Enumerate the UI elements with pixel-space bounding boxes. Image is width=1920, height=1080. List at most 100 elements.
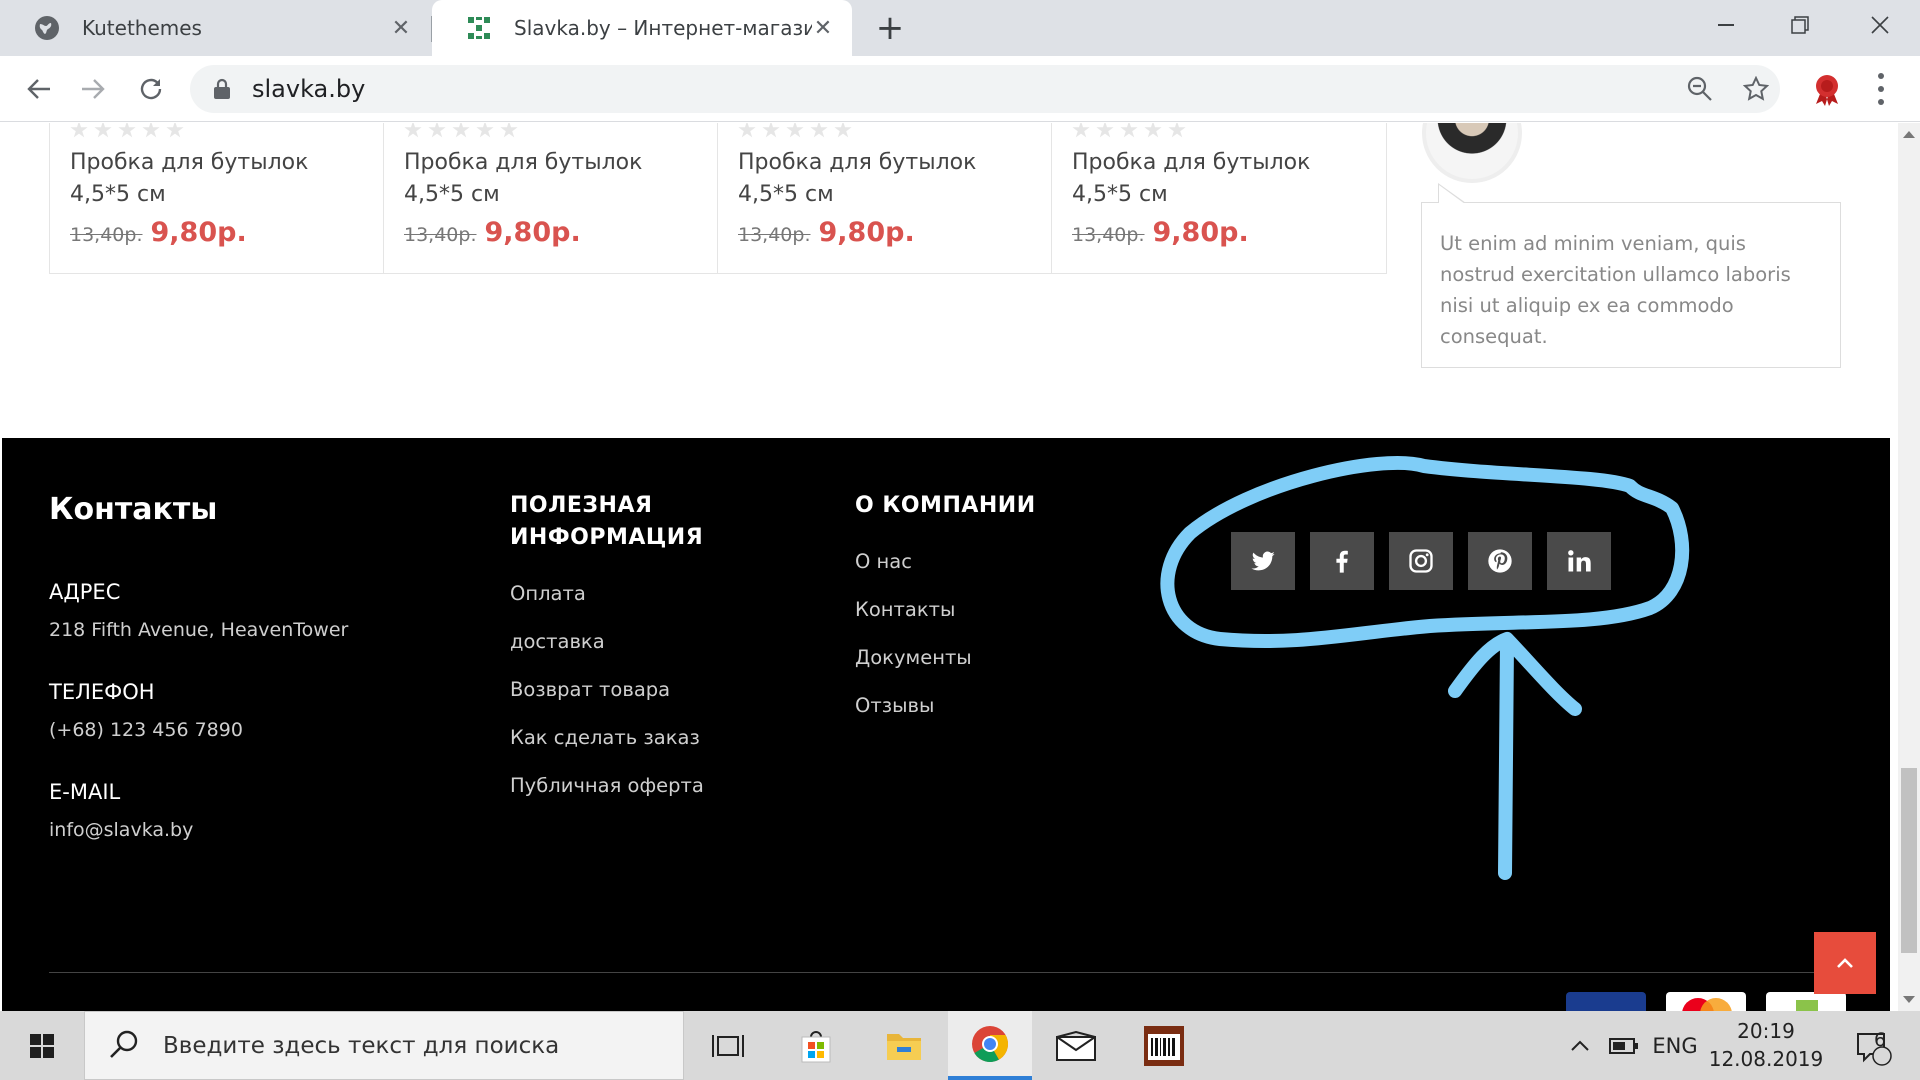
clock-time: 20:19 [1737,1019,1795,1043]
mastercard-icon [1666,992,1746,1011]
search-icon [109,1029,139,1063]
phone-label: ТЕЛЕФОН [49,680,155,704]
price-block: 13,40р. 9,80р. [738,217,1051,248]
minimize-icon[interactable] [1686,0,1766,50]
close-window-icon[interactable] [1840,0,1920,50]
footer-link-returns[interactable]: Возврат товара [510,678,670,701]
close-tab-icon[interactable]: ✕ [390,16,412,41]
current-price: 9,80р. [484,217,581,248]
url-text: slavka.by [252,75,366,103]
task-view-icon[interactable] [686,1011,770,1080]
linkedin-icon[interactable] [1547,532,1611,590]
windows-start-icon[interactable] [0,1011,84,1080]
tab-kutethemes[interactable]: Kutethemes ✕ [0,0,430,56]
product-name[interactable]: Пробка для бутылок 4,5*5 см [1072,147,1372,211]
browser-menu-icon[interactable] [1868,70,1894,108]
price-block: 13,40р. 9,80р. [1072,217,1386,248]
forward-icon[interactable] [72,68,114,110]
search-placeholder: Введите здесь текст для поиска [163,1032,560,1059]
battery-icon[interactable] [1604,1011,1644,1080]
footer-link-contacts[interactable]: Контакты [855,598,955,621]
product-card[interactable]: Пробка для бутылок 4,5*5 см 13,40р. 9,80… [50,123,384,273]
email-value[interactable]: info@slavka.by [49,819,193,841]
notifications-count: 6 [1874,1029,1887,1051]
footer-link-payment[interactable]: Оплата [510,582,586,605]
current-price: 9,80р. [150,217,247,248]
clock-date: 12.08.2019 [1708,1047,1824,1071]
back-icon[interactable] [18,68,60,110]
site-footer: Контакты АДРЕС 218 Fifth Avenue, HeavenT… [2,438,1890,1011]
facebook-icon[interactable] [1310,532,1374,590]
page-viewport: Пробка для бутылок 4,5*5 см 13,40р. 9,80… [0,123,1898,1011]
back-to-top-button[interactable] [1814,932,1876,994]
bookmark-star-icon[interactable] [1740,73,1772,105]
scroll-up-icon[interactable] [1903,131,1915,138]
mail-icon[interactable] [1034,1011,1118,1080]
notifications-icon[interactable]: 6 [1840,1011,1904,1080]
useful-info-title: ПОЛЕЗНАЯ ИНФОРМАЦИЯ [510,493,704,550]
taskbar-search-input[interactable]: Введите здесь текст для поиска [84,1011,684,1080]
chevron-up-icon [1837,958,1853,968]
reload-icon[interactable] [130,68,172,110]
microsoft-store-icon[interactable] [774,1011,858,1080]
restore-icon[interactable] [1760,0,1840,50]
visa-card-icon [1566,992,1646,1011]
language-indicator[interactable]: ENG [1648,1011,1702,1080]
pinterest-icon[interactable] [1468,532,1532,590]
old-price: 13,40р. [404,224,477,246]
phone-value: (+68) 123 456 7890 [49,719,243,741]
product-card[interactable]: Пробка для бутылок 4,5*5 см 13,40р. 9,80… [1052,123,1386,273]
footer-link-public-offer[interactable]: Публичная оферта [510,774,704,797]
page-scrollbar[interactable] [1898,123,1920,1011]
footer-link-reviews[interactable]: Отзывы [855,694,934,717]
address-bar[interactable]: slavka.by [190,65,1780,113]
new-tab-button[interactable]: + [872,10,908,46]
rating-stars [70,123,383,139]
product-row: Пробка для бутылок 4,5*5 см 13,40р. 9,80… [49,123,1387,274]
windows-taskbar: Введите здесь текст для поиска ENG 20:19… [0,1011,1920,1080]
rating-stars [404,123,717,139]
close-tab-icon[interactable]: ✕ [812,16,834,41]
instagram-icon[interactable] [1389,532,1453,590]
address-label: АДРЕС [49,580,121,604]
system-clock[interactable]: 20:19 12.08.2019 [1702,1017,1830,1073]
globe-icon [34,15,60,41]
old-price: 13,40р. [70,224,143,246]
slavka-favicon-icon [466,15,492,41]
product-card[interactable]: Пробка для бутылок 4,5*5 см 13,40р. 9,80… [384,123,718,273]
footer-link-delivery[interactable]: доставка [510,630,605,653]
payment-method-icon [1766,992,1846,1011]
barcode-app-icon[interactable] [1122,1011,1206,1080]
browser-toolbar: slavka.by [0,56,1920,122]
tab-title: Kutethemes [82,16,202,40]
tab-strip: Kutethemes ✕ Slavka.by – Интернет-магази… [0,0,1920,56]
current-price: 9,80р. [1152,217,1249,248]
address-value: 218 Fifth Avenue, HeavenTower [49,619,349,641]
scroll-down-icon[interactable] [1903,996,1915,1003]
chrome-icon[interactable] [948,1011,1032,1080]
product-card[interactable]: Пробка для бутылок 4,5*5 см 13,40р. 9,80… [718,123,1052,273]
product-name[interactable]: Пробка для бутылок 4,5*5 см [70,147,370,211]
scroll-thumb[interactable] [1901,768,1917,953]
price-block: 13,40р. 9,80р. [70,217,383,248]
twitter-icon[interactable] [1231,532,1295,590]
old-price: 13,40р. [738,224,811,246]
product-name[interactable]: Пробка для бутылок 4,5*5 см [404,147,704,211]
rating-stars [1072,123,1386,139]
file-explorer-icon[interactable] [862,1011,946,1080]
footer-link-documents[interactable]: Документы [855,646,972,669]
extension-seal-icon[interactable] [1810,72,1844,106]
about-company-title: О КОМПАНИИ [855,493,1036,518]
testimonial-avatar [1422,123,1522,183]
footer-link-how-to-order[interactable]: Как сделать заказ [510,726,700,749]
testimonial-box: Ut enim ad minim veniam, quis nostrud ex… [1421,183,1841,368]
product-name[interactable]: Пробка для бутылок 4,5*5 см [738,147,1038,211]
footer-link-about[interactable]: О нас [855,550,912,573]
lock-icon [212,78,232,100]
zoom-icon[interactable] [1684,73,1716,105]
testimonial-text: Ut enim ad minim veniam, quis nostrud ex… [1440,232,1791,348]
tab-title: Slavka.by – Интернет-магазин о [514,16,812,40]
footer-divider [49,972,1839,973]
tab-slavka[interactable]: Slavka.by – Интернет-магазин о ✕ [432,0,852,56]
tray-chevron-up-icon[interactable] [1560,1011,1600,1080]
